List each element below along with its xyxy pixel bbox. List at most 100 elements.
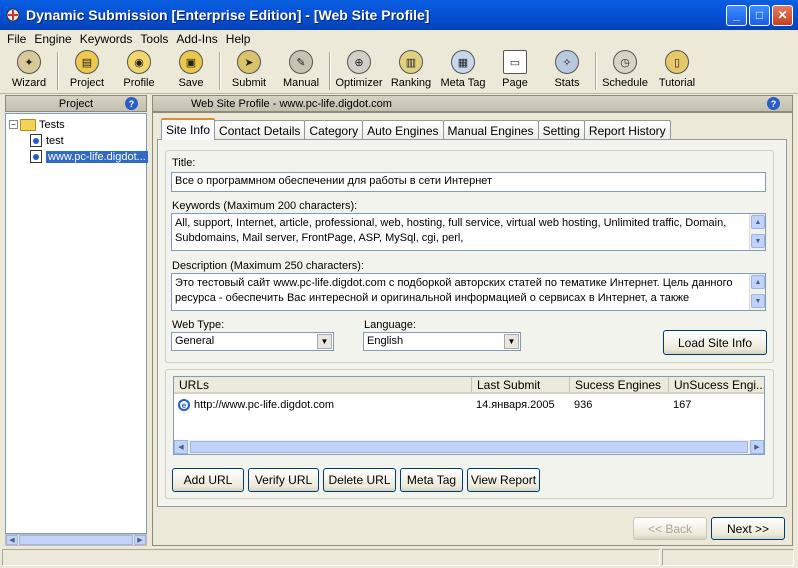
keywords-label: Keywords (Maximum 200 characters): — [172, 200, 358, 212]
tree-item-label: test — [46, 134, 64, 147]
scroll-thumb[interactable] — [190, 441, 748, 453]
back-button[interactable]: << Back — [633, 517, 707, 540]
tab-strip: Site Info Contact Details Category Auto … — [161, 118, 671, 140]
tab-report-history[interactable]: Report History — [583, 120, 671, 140]
column-header-success-engines[interactable]: Sucess Engines — [570, 377, 669, 394]
toolbar-meta-tag-button[interactable]: ▦ Meta Tag — [437, 48, 489, 92]
scroll-left-icon[interactable]: ◀ — [6, 535, 18, 545]
tree-root[interactable]: − Tests — [9, 117, 65, 132]
toolbar-profile-button[interactable]: ◉ Profile — [113, 48, 165, 92]
title-field[interactable]: Все о программном обеспечении для работы… — [171, 172, 766, 192]
tree-horizontal-scrollbar[interactable]: ◀ ▶ — [5, 534, 147, 546]
tree-item-label: www.pc-life.digdot... — [46, 150, 148, 163]
tab-category[interactable]: Category — [304, 120, 364, 140]
app-icon — [6, 8, 20, 22]
meta-tag-button[interactable]: Meta Tag — [400, 468, 463, 492]
next-button[interactable]: Next >> — [711, 517, 785, 540]
toolbar-save-button[interactable]: ▣ Save — [165, 48, 217, 92]
tab-auto-engines[interactable]: Auto Engines — [362, 120, 444, 140]
toolbar-page-button[interactable]: ▭ Page — [489, 48, 541, 92]
chevron-down-icon[interactable]: ▼ — [317, 334, 332, 349]
chevron-down-icon[interactable]: ▼ — [504, 334, 519, 349]
column-header-urls[interactable]: URLs — [174, 377, 472, 394]
load-site-info-button[interactable]: Load Site Info — [663, 330, 767, 355]
close-button[interactable]: ✕ — [772, 4, 793, 26]
description-field[interactable]: Это тестовый сайт www.pc-life.digdot.com… — [171, 273, 766, 311]
menu-add-ins[interactable]: Add-Ins — [172, 32, 221, 46]
toolbar-label: Stats — [554, 77, 580, 89]
toolbar-label: Wizard — [11, 77, 47, 89]
ranking-icon: ▥ — [399, 50, 423, 74]
column-header-unsuccess-engines[interactable]: UnSucess Engi... — [669, 377, 764, 394]
optimizer-icon: ⊕ — [347, 50, 371, 74]
toolbar-label: Manual — [282, 77, 320, 89]
menu-help[interactable]: Help — [222, 32, 255, 46]
menu-tools[interactable]: Tools — [136, 32, 172, 46]
verify-url-button[interactable]: Verify URL — [248, 468, 319, 492]
help-icon[interactable]: ? — [125, 97, 138, 110]
toolbar-ranking-button[interactable]: ▥ Ranking — [385, 48, 437, 92]
scroll-down-icon[interactable]: ▼ — [751, 294, 765, 308]
delete-url-button[interactable]: Delete URL — [323, 468, 396, 492]
urls-horizontal-scrollbar[interactable]: ◀ ▶ — [174, 440, 764, 454]
menu-file[interactable]: File — [3, 32, 30, 46]
toolbar-schedule-button[interactable]: ◷ Schedule — [599, 48, 651, 92]
scroll-thumb[interactable] — [19, 535, 133, 545]
add-url-button[interactable]: Add URL — [172, 468, 244, 492]
language-label: Language: — [364, 319, 416, 331]
tab-setting[interactable]: Setting — [537, 120, 585, 140]
column-header-last-submit[interactable]: Last Submit — [472, 377, 570, 394]
tab-contact-details[interactable]: Contact Details — [214, 120, 306, 140]
internet-explorer-icon: e — [178, 399, 190, 411]
scroll-down-icon[interactable]: ▼ — [751, 234, 765, 248]
toolbar-tutorial-button[interactable]: ▯ Tutorial — [651, 48, 703, 92]
toolbar-optimizer-button[interactable]: ⊕ Optimizer — [333, 48, 385, 92]
tree-item-test[interactable]: test — [30, 133, 64, 148]
stats-icon: ✧ — [555, 50, 579, 74]
scroll-right-icon[interactable]: ▶ — [750, 440, 764, 454]
keywords-scrollbar[interactable]: ▲ ▼ — [749, 214, 765, 250]
profile-icon: ◉ — [127, 50, 151, 74]
menu-bar: File Engine Keywords Tools Add-Ins Help — [0, 30, 798, 48]
title-bar: Dynamic Submission [Enterprise Edition] … — [0, 0, 798, 30]
toolbar-submit-button[interactable]: ➤ Submit — [223, 48, 275, 92]
menu-keywords[interactable]: Keywords — [76, 32, 137, 46]
project-icon: ▤ — [75, 50, 99, 74]
web-type-select[interactable]: General ▼ — [171, 332, 334, 351]
toolbar-separator — [219, 52, 221, 90]
scroll-left-icon[interactable]: ◀ — [174, 440, 188, 454]
view-report-button[interactable]: View Report — [467, 468, 540, 492]
help-icon[interactable]: ? — [767, 97, 780, 110]
toolbar-label: Tutorial — [658, 77, 696, 89]
keywords-field[interactable]: All, support, Internet, article, profess… — [171, 213, 766, 251]
profile-panel-header: Web Site Profile - www.pc-life.digdot.co… — [152, 95, 793, 112]
scroll-up-icon[interactable]: ▲ — [751, 275, 765, 289]
tab-manual-engines[interactable]: Manual Engines — [442, 120, 539, 140]
minimize-button[interactable]: _ — [726, 4, 747, 26]
scroll-right-icon[interactable]: ▶ — [134, 535, 146, 545]
tab-site-info[interactable]: Site Info — [161, 118, 216, 140]
toolbar-label: Optimizer — [335, 77, 383, 89]
tree-item-pc-life[interactable]: www.pc-life.digdot... — [30, 149, 148, 164]
language-select[interactable]: English ▼ — [363, 332, 521, 351]
toolbar-project-button[interactable]: ▤ Project — [61, 48, 113, 92]
collapse-icon[interactable]: − — [9, 120, 18, 129]
keywords-line: Subdomains, Mail server, FrontPage, ASP,… — [175, 232, 464, 244]
folder-icon — [20, 118, 36, 131]
description-scrollbar[interactable]: ▲ ▼ — [749, 274, 765, 310]
url-cell: e http://www.pc-life.digdot.com — [174, 397, 472, 413]
table-row[interactable]: e http://www.pc-life.digdot.com 14.январ… — [174, 397, 764, 413]
maximize-button[interactable]: □ — [749, 4, 770, 26]
web-type-label: Web Type: — [172, 319, 225, 331]
page-icon: ▭ — [503, 50, 527, 74]
description-label: Description (Maximum 250 characters): — [172, 260, 364, 272]
toolbar-manual-button[interactable]: ✎ Manual — [275, 48, 327, 92]
toolbar-wizard-button[interactable]: ✦ Wizard — [3, 48, 55, 92]
toolbar-stats-button[interactable]: ✧ Stats — [541, 48, 593, 92]
project-tree: − Tests test www.pc-life.digdot... — [5, 113, 148, 534]
scroll-up-icon[interactable]: ▲ — [751, 215, 765, 229]
toolbar-label: Submit — [231, 77, 267, 89]
menu-engine[interactable]: Engine — [30, 32, 75, 46]
toolbar-label: Save — [178, 77, 204, 89]
save-icon: ▣ — [179, 50, 203, 74]
